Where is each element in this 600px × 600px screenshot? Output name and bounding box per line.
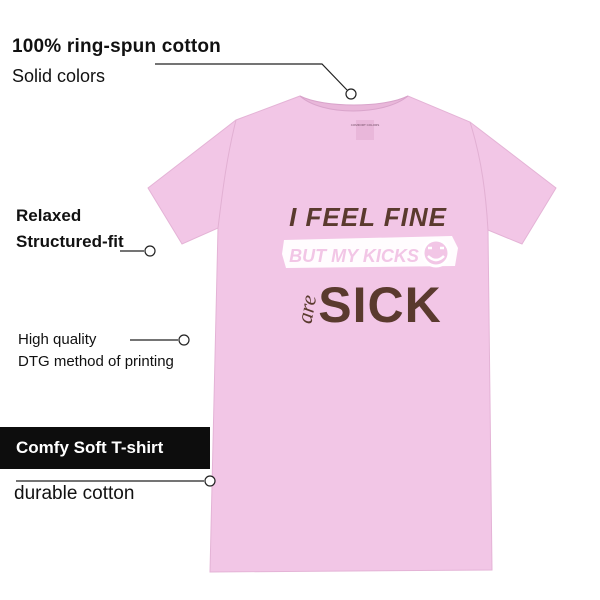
callout-comfort [16, 475, 216, 487]
callout-fit [120, 245, 156, 257]
smiley-icon [421, 238, 451, 268]
callout-material [155, 63, 357, 100]
tshirt-shape [147, 95, 557, 573]
print-line-2: BUT MY KICKS [289, 246, 419, 266]
print-line-3: SICK [318, 277, 441, 333]
print-line-1: I FEEL FINE [289, 202, 447, 232]
print-line-3-script: are [292, 293, 322, 326]
neck-tag-label: COMFORT COLORS [351, 123, 380, 127]
product-illustration: COMFORT COLORS I FEEL FINE BUT MY KICKS … [16, 63, 557, 573]
callout-printing [130, 334, 190, 346]
